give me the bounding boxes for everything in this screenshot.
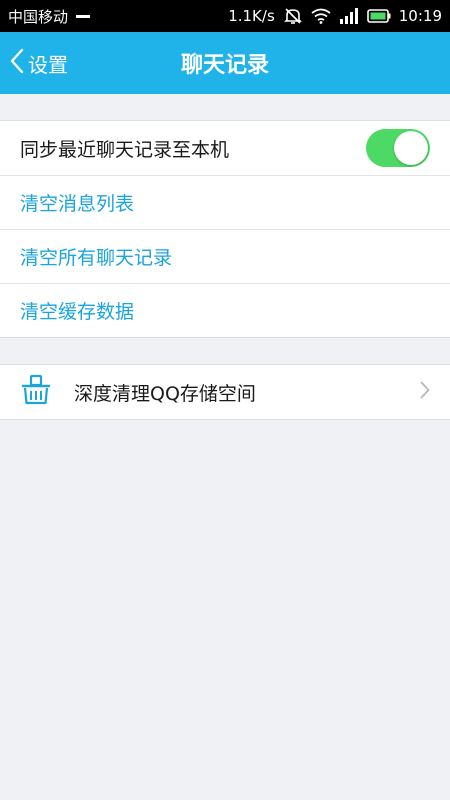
network-speed: 1.1K/s <box>228 7 275 25</box>
clear-cache-label: 清空缓存数据 <box>20 301 135 323</box>
back-button[interactable]: 设置 <box>10 32 68 94</box>
storage-group: 深度清理QQ存储空间 <box>0 364 450 420</box>
back-label: 设置 <box>28 52 68 77</box>
toggle-knob <box>394 131 428 165</box>
chat-settings-group: 同步最近聊天记录至本机 清空消息列表 清空所有聊天记录 清空缓存数据 <box>0 120 450 338</box>
status-bar: 中国移动 1.1K/s 10:19 <box>0 0 450 32</box>
sync-toggle[interactable] <box>366 129 430 167</box>
wifi-icon <box>311 8 331 24</box>
clear-all-chats-button[interactable]: 清空所有聊天记录 <box>0 229 450 283</box>
clock: 10:19 <box>398 7 442 25</box>
sync-label: 同步最近聊天记录至本机 <box>20 138 230 161</box>
clear-message-list-button[interactable]: 清空消息列表 <box>0 175 450 229</box>
battery-icon <box>366 9 391 23</box>
deep-clean-label: 深度清理QQ存储空间 <box>74 382 256 405</box>
carrier-label: 中国移动 <box>8 7 69 26</box>
clear-cache-button[interactable]: 清空缓存数据 <box>0 283 450 337</box>
signal-icon <box>339 8 359 24</box>
basket-icon <box>20 374 74 411</box>
dash-icon <box>76 14 91 18</box>
deep-clean-storage-row[interactable]: 深度清理QQ存储空间 <box>0 365 450 419</box>
sync-row: 同步最近聊天记录至本机 <box>0 121 450 175</box>
mute-icon <box>283 7 303 25</box>
clear-all-chats-label: 清空所有聊天记录 <box>20 247 173 269</box>
title-bar: 设置 聊天记录 <box>0 32 450 94</box>
clear-message-list-label: 清空消息列表 <box>20 193 135 215</box>
chevron-right-icon <box>420 381 430 404</box>
chevron-left-icon <box>10 48 24 79</box>
